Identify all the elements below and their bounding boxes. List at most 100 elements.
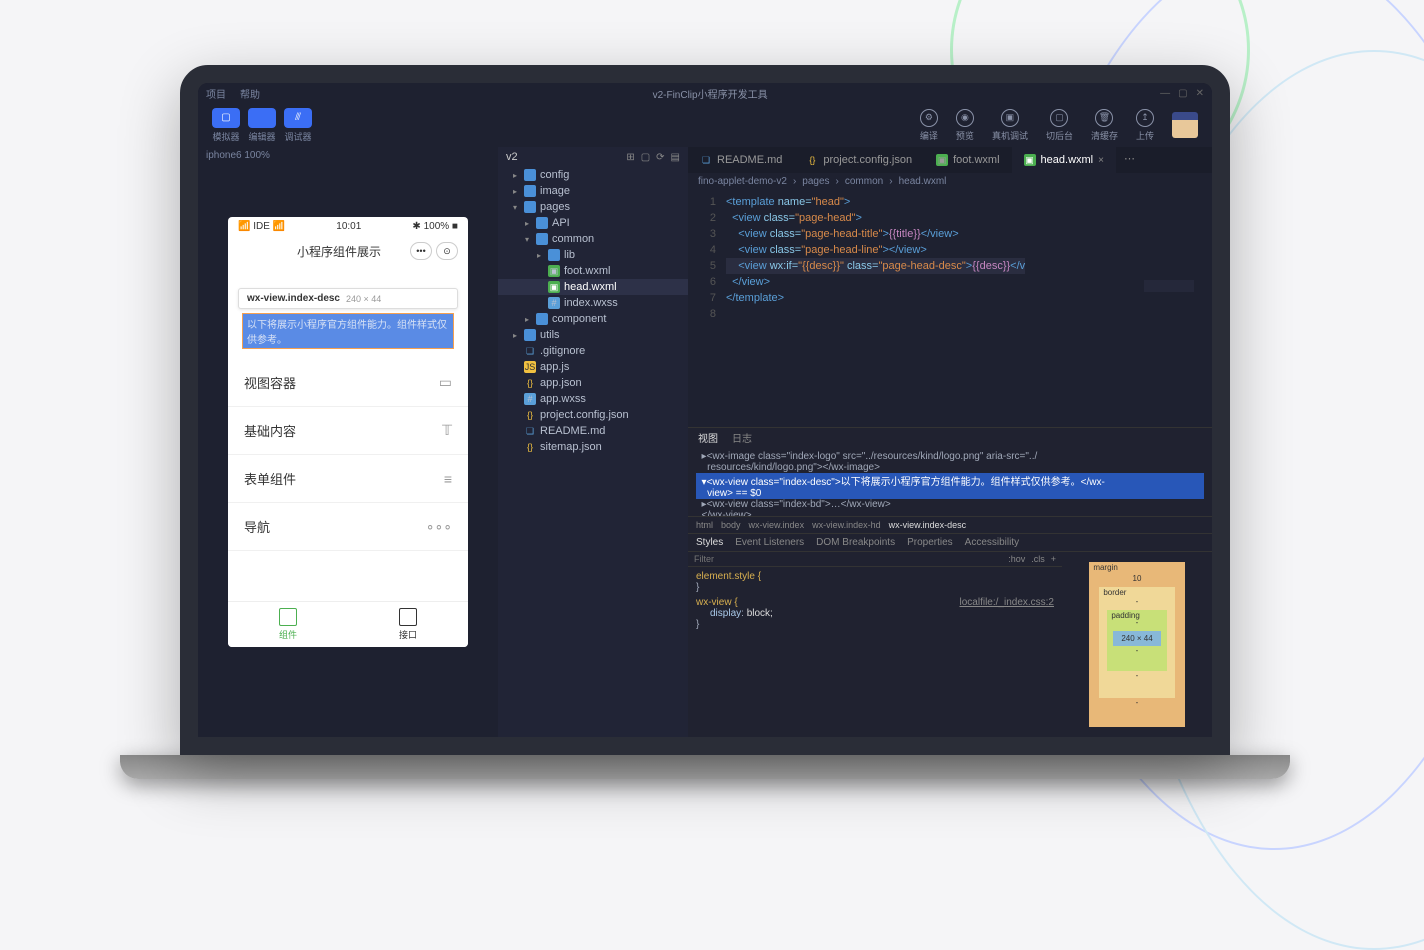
menu-help[interactable]: 帮助 [240,86,260,101]
list-item[interactable]: 导航∘∘∘ [228,503,468,551]
dom-crumb-item[interactable]: wx-view.index-desc [889,520,967,530]
close-capsule-icon[interactable]: ⊙ [436,242,458,260]
tool-真机调试[interactable]: ▣真机调试 [992,109,1028,142]
devtools-panel: 视图 日志 ▸<wx-image class="index-logo" src=… [688,427,1212,737]
css-rule[interactable]: localfile:/_index.css:2wx-view {display:… [696,597,1054,630]
tree-item[interactable]: ▣foot.wxml [498,263,688,279]
tool-编译[interactable]: ⚙编译 [920,109,938,142]
css-rule[interactable]: element.style {} [696,571,1054,593]
mode-2[interactable]: ⫻调试器 [284,108,312,143]
tree-item[interactable]: {}app.json [498,375,688,391]
styles-tab[interactable]: DOM Breakpoints [816,537,895,548]
dom-node[interactable]: ▾<wx-view class="index-desc">以下将展示小程序官方组… [696,473,1204,488]
styles-tab[interactable]: Accessibility [965,537,1019,548]
new-folder-icon[interactable]: ▢ [641,152,650,163]
list-item[interactable]: 视图容器▭ [228,359,468,407]
dom-node[interactable]: view> == $0 [696,488,1204,499]
editor-tab[interactable]: ❏README.md [688,147,794,173]
tool-切后台[interactable]: ▢切后台 [1046,109,1073,142]
tree-item[interactable]: #index.wxss [498,295,688,311]
inspect-selector: wx-view.index-desc [247,293,340,304]
crumb-item[interactable]: pages [802,176,829,187]
tree-item[interactable]: ▸utils [498,327,688,343]
minimize-icon[interactable]: — [1160,88,1170,99]
styles-tab[interactable]: Styles [696,537,723,548]
tab-view[interactable]: 视图 [698,430,718,445]
dom-crumb-item[interactable]: wx-view.index-hd [812,520,881,530]
tree-item[interactable]: ▸lib [498,247,688,263]
cls-toggle[interactable]: .cls [1031,554,1045,564]
styles-tab[interactable]: Properties [907,537,953,548]
editor-tab[interactable]: {}project.config.json [794,147,924,173]
code-editor[interactable]: 1<template name="head">2 <view class="pa… [688,190,1212,427]
ide-window: 项目 帮助 v2-FinClip小程序开发工具 — ▢ ✕ ▢模拟器编辑器 ⫻调试… [198,83,1212,737]
mode-0[interactable]: ▢模拟器 [212,108,240,143]
window-title: v2-FinClip小程序开发工具 [653,86,768,101]
styles-tab[interactable]: Event Listeners [735,537,804,548]
tree-item[interactable]: ▾pages [498,199,688,215]
dom-node[interactable]: ▸<wx-view class="index-bd">…</wx-view> [696,499,1204,510]
collapse-icon[interactable]: ▤ [671,152,680,163]
editor-tab[interactable]: ▣head.wxml× [1012,147,1116,173]
tree-item[interactable]: ❏README.md [498,423,688,439]
tab-log[interactable]: 日志 [732,430,752,445]
styles-tabs: Styles Event Listeners DOM Breakpoints Prop… [688,534,1212,552]
phone-simulator[interactable]: 📶 IDE 📶 10:01 ✱ 100% ■ 小程序组件展示 ••• ⊙ [228,217,468,647]
crumb-item[interactable]: head.wxml [899,176,947,187]
menu-bar: 项目 帮助 [206,86,260,101]
close-icon[interactable]: ✕ [1196,88,1204,99]
filter-input[interactable] [694,554,1008,564]
minimap[interactable] [1144,280,1194,400]
dom-node[interactable]: resources/kind/logo.png"></wx-image> [696,462,1204,473]
tabbar-item[interactable]: 组件 [228,602,348,647]
tree-item[interactable]: ▸image [498,183,688,199]
dom-crumb-item[interactable]: html [696,520,713,530]
avatar[interactable] [1172,112,1198,138]
tree-item[interactable]: ▣head.wxml [498,279,688,295]
margin-label: margin [1093,563,1117,572]
menu-project[interactable]: 项目 [206,86,226,101]
css-rules[interactable]: element.style {}</span><div class="rule-… [688,567,1062,737]
hov-toggle[interactable]: :hov [1008,554,1025,564]
tree-item[interactable]: ▸API [498,215,688,231]
file-explorer: v2 ⊞ ▢ ⟳ ▤ ▸config▸image▾pages▸API▾commo… [498,147,688,737]
editor-tab[interactable]: ▣foot.wxml [924,147,1011,173]
crumb-item[interactable]: common [845,176,883,187]
laptop-base [120,755,1290,779]
close-tab-icon[interactable]: × [1098,155,1104,166]
tree-item[interactable]: #app.wxss [498,391,688,407]
mode-1[interactable]: 编辑器 [248,108,276,143]
tree-item[interactable]: ▾common [498,231,688,247]
breadcrumb: fino-applet-demo-v2 › pages › common › h… [688,173,1212,190]
tabs-more-icon[interactable]: ⋯ [1116,147,1143,173]
tree-item[interactable]: ❏.gitignore [498,343,688,359]
tabbar-item[interactable]: 接口 [348,602,468,647]
tool-上传[interactable]: ↥上传 [1136,109,1154,142]
refresh-icon[interactable]: ⟳ [656,152,664,163]
dom-crumb-item[interactable]: wx-view.index [749,520,805,530]
status-signal: 📶 IDE 📶 [238,221,285,232]
content-dimensions: 240 × 44 [1113,631,1160,646]
more-icon[interactable]: ••• [410,242,432,260]
tree-item[interactable]: ▸config [498,167,688,183]
crumb-item[interactable]: fino-applet-demo-v2 [698,176,787,187]
tool-清缓存[interactable]: 🗑清缓存 [1091,109,1118,142]
device-info: iphone6 100% [198,147,498,167]
highlighted-element[interactable]: 以下将展示小程序官方组件能力。组件样式仅供参考。 [242,313,454,349]
dom-breadcrumb: html body wx-view.index wx-view.index-hd wx-… [688,516,1212,534]
tree-item[interactable]: JSapp.js [498,359,688,375]
dom-node[interactable]: ▸<wx-image class="index-logo" src="../re… [696,451,1204,462]
tree-item[interactable]: {}project.config.json [498,407,688,423]
dom-tree[interactable]: ▸<wx-image class="index-logo" src="../re… [688,447,1212,516]
dom-crumb-item[interactable]: body [721,520,741,530]
add-rule-icon[interactable]: + [1051,554,1056,564]
tree-item[interactable]: ▸component [498,311,688,327]
tool-预览[interactable]: ◉预览 [956,109,974,142]
new-file-icon[interactable]: ⊞ [626,152,634,163]
tree-item[interactable]: {}sitemap.json [498,439,688,455]
tree-header: v2 ⊞ ▢ ⟳ ▤ [498,147,688,167]
maximize-icon[interactable]: ▢ [1178,88,1187,99]
list-item[interactable]: 基础内容𝕋 [228,407,468,455]
app-title: 小程序组件展示 [268,243,410,260]
list-item[interactable]: 表单组件≡ [228,455,468,503]
